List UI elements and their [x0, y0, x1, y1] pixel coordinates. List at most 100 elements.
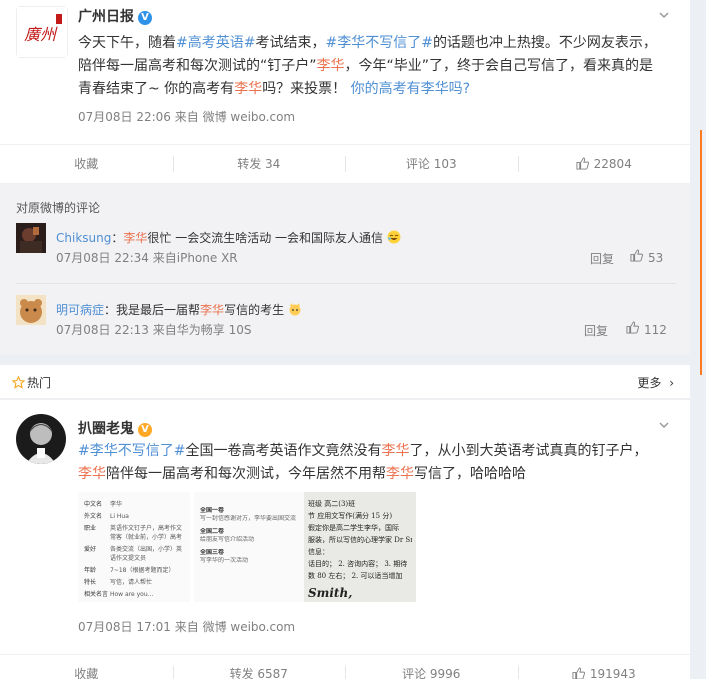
svg-text:廣州: 廣州 — [24, 25, 58, 44]
more-label: 更多 — [637, 376, 662, 390]
post-text-segment: 全国一卷高考英语作文竟然没有 — [185, 443, 382, 459]
comment-sep: ： — [104, 303, 117, 317]
laugh-emoji-icon — [387, 230, 401, 244]
post-text: 今天下午，随着#高考英语#考试结束，#李华不写信了#的话题也冲上热搜。不少网友表… — [78, 32, 660, 101]
image-row-key: 外文名 — [84, 513, 103, 520]
hot-label-text: 热门 — [27, 376, 52, 390]
comment-like-button[interactable]: 112 — [626, 321, 667, 337]
original-comments-panel: 对原微博的评论 Chiksung：李华很忙 一会交流生啥活动 一会和国际友人通信… — [0, 183, 690, 354]
guangzhou-daily-logo: 廣州 — [16, 6, 68, 58]
collect-label: 收藏 — [74, 667, 99, 679]
hashtag-link[interactable]: #高考英语# — [176, 35, 255, 51]
post-image[interactable]: 班级 高二(3)班节 应用文写作(满分 15 分) 假定你是高二学生李华，国际服装… — [304, 492, 416, 602]
image-text-line: 服装，所以写信的心理学家 Dr Sm — [308, 536, 412, 544]
image-text-row: 外文名 Li Hua — [84, 512, 184, 521]
hashtag-link[interactable]: 你的高考有李华吗? — [351, 81, 470, 97]
image-text-row: 中文名 李华 — [84, 500, 184, 509]
comment-button[interactable]: 评论 9996 — [345, 655, 518, 679]
comments-title: 对原微博的评论 — [16, 201, 101, 215]
post-meta: 07月08日 17:01 来自 微博 weibo.com — [78, 620, 296, 634]
hashtag-link[interactable]: #李华不写信了# — [325, 35, 432, 51]
commenter-name[interactable]: Chiksung — [56, 231, 111, 245]
reply-button[interactable]: 回复 — [584, 322, 608, 339]
comment-like-count: 53 — [648, 251, 664, 265]
reply-button[interactable]: 回复 — [590, 250, 614, 267]
comment-text-post: 很忙 一会交流生啥活动 一会和国际友人通信 — [147, 231, 384, 245]
comment-text-pre: 我是最后一届帮 — [116, 303, 201, 317]
verified-icon: V — [138, 11, 152, 25]
author-avatar[interactable]: 廣州 — [16, 6, 68, 58]
collect-label: 收藏 — [74, 157, 99, 171]
verified-icon: V — [138, 423, 152, 437]
post-actions: 收藏 转发 6587 评论 9996 191943 — [0, 654, 690, 679]
collect-button[interactable]: 收藏 — [0, 655, 173, 679]
image-text-row: 年龄 7~18（根据考题而定） — [84, 566, 184, 575]
thumb-up-icon — [576, 157, 589, 170]
commenter-avatar[interactable] — [16, 295, 46, 325]
image-text-line: 假定你是高二学生李华，国际 — [308, 524, 399, 532]
image-row-value: How are you… — [110, 591, 154, 598]
post-image[interactable]: 中文名 李华外文名 Li Hua 职业 英语作文钉子户，高考作文常客（就业前，小学）高考… — [78, 492, 190, 602]
image-text-row: 职业 英语作文钉子户，高考作文常客（就业前，小学）高考英语作文组织人 — [84, 524, 184, 542]
image-text-row: 特长 写信，请人帮忙 — [84, 578, 184, 587]
repost-button[interactable]: 转发 34 — [172, 145, 346, 182]
keyword-link[interactable]: 李华 — [317, 58, 345, 74]
post-image[interactable]: 全国一卷 写一封信感谢对方，李华要出国交流 全国二卷 给朋友写信介绍活动 全国三卷 写李华… — [194, 492, 306, 602]
comment-item: 明可病症：我是最后一届帮李华写信的考生 07月08日 22:13 来自华为畅享 … — [16, 295, 676, 341]
author-name[interactable]: 广州日报 V — [78, 6, 152, 26]
weibo-post-card: 扒圈老鬼 V #李华不写信了#全国一卷高考英语作文竟然没有李华了，从小到大英语考试… — [0, 400, 690, 679]
image-text-line: 全国一卷 — [200, 507, 225, 514]
author-name[interactable]: 扒圈老鬼 V — [78, 418, 152, 438]
image-row-value: 写信，请人帮忙 — [110, 579, 153, 586]
repost-label: 转发 6587 — [229, 667, 288, 679]
image-text-line: 全国三卷 — [200, 549, 225, 556]
hot-section-header: 热门 更多 › — [0, 365, 690, 399]
author-avatar[interactable] — [16, 414, 66, 464]
comment-like-button[interactable]: 53 — [630, 249, 663, 265]
post-text: #李华不写信了#全国一卷高考英语作文竟然没有李华了，从小到大英语考试真真的钉子户… — [78, 440, 660, 486]
image-text-line: 写李华的一次活动 — [200, 557, 249, 564]
image-row-key: 中文名 — [84, 501, 103, 508]
commenter-name[interactable]: 明可病症 — [56, 303, 104, 317]
image-text-line: 班级 高二(3)班 — [308, 500, 356, 508]
image-text-line: 数 80 左右； 2. 可以适当增加 — [308, 572, 403, 580]
comment-keyword[interactable]: 李华 — [123, 231, 147, 245]
like-button[interactable]: 191943 — [517, 655, 691, 679]
comment-meta: 07月08日 22:34 来自iPhone XR — [56, 251, 238, 265]
comment-item: Chiksung：李华很忙 一会交流生啥活动 一会和国际友人通信 07月08日 … — [16, 223, 676, 269]
more-link[interactable]: 更多 › — [637, 374, 674, 391]
comment-label: 评论 103 — [405, 157, 457, 171]
image-text-line: 写一封信感谢对方，李华要出国交流 — [200, 515, 297, 522]
keyword-link[interactable]: 李华 — [234, 81, 262, 97]
author-name-text[interactable]: 广州日报 — [78, 9, 134, 25]
keyword-link[interactable]: 李华 — [386, 466, 414, 482]
author-name-text[interactable]: 扒圈老鬼 — [78, 421, 134, 437]
chevron-down-icon[interactable] — [656, 8, 672, 24]
collect-button[interactable]: 收藏 — [0, 145, 173, 182]
post-text-segment: 今天下午，随着 — [78, 35, 176, 51]
chevron-right-icon: › — [669, 376, 674, 390]
thumb-up-icon — [626, 321, 639, 334]
divider — [16, 283, 676, 284]
post-meta: 07月08日 22:06 来自 微博 weibo.com — [78, 110, 296, 124]
keyword-link[interactable]: 李华 — [381, 443, 409, 459]
image-text-line: 节 应用文写作(满分 15 分) — [308, 512, 393, 520]
repost-label: 转发 34 — [237, 157, 281, 171]
comment-button[interactable]: 评论 103 — [345, 145, 518, 182]
image-text-row: 爱好 各类交流（出国，小学）英语作文提文员 — [84, 545, 184, 563]
comment-sep: ： — [111, 231, 124, 245]
commenter-avatar[interactable] — [16, 223, 46, 253]
chevron-down-icon[interactable] — [656, 418, 672, 434]
hashtag-link[interactable]: #李华不写信了# — [78, 443, 185, 459]
keyword-link[interactable]: 李华 — [78, 466, 106, 482]
image-text-line: 信息： — [308, 548, 329, 556]
repost-button[interactable]: 转发 6587 — [172, 655, 346, 679]
like-button[interactable]: 22804 — [517, 145, 691, 182]
image-text-row: 相关名言 How are you… — [84, 590, 184, 599]
thumb-up-icon — [572, 667, 585, 679]
comment-text-post: 写信的考生 — [224, 303, 285, 317]
comment-like-count: 112 — [644, 323, 667, 337]
like-count: 22804 — [593, 156, 632, 171]
image-row-key: 特长 — [84, 579, 97, 586]
comment-keyword[interactable]: 李华 — [200, 303, 224, 317]
